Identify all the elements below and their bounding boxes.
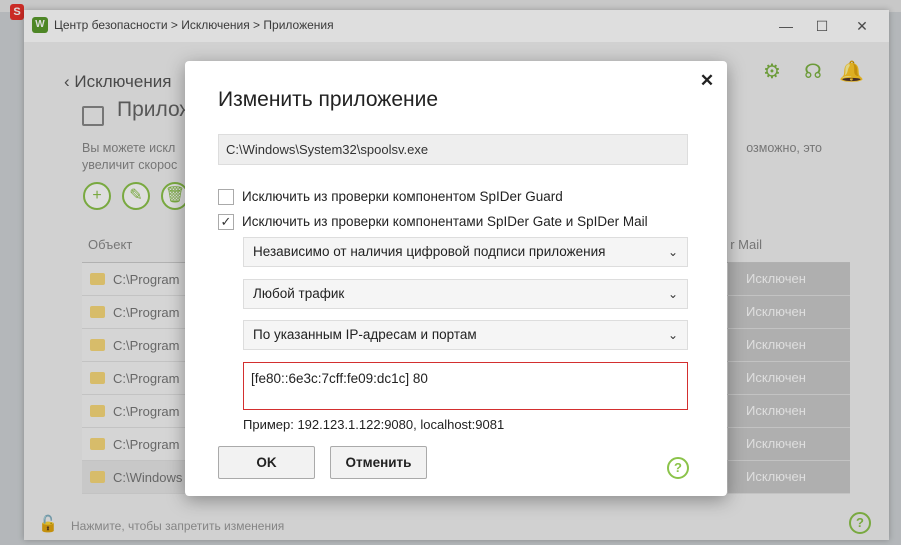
traffic-select-value: Любой трафик: [253, 286, 345, 301]
dialog-close-button[interactable]: ✕: [697, 71, 717, 91]
ok-button[interactable]: OK: [218, 446, 315, 479]
address-select-value: По указанным IP-адресам и портам: [253, 327, 477, 342]
signature-select[interactable]: Независимо от наличия цифровой подписи п…: [243, 237, 688, 267]
edit-application-dialog: ✕ Изменить приложение C:\Windows\System3…: [185, 61, 727, 496]
spider-gate-mail-checkbox[interactable]: ✓: [218, 214, 234, 230]
chevron-down-icon: ⌄: [667, 328, 678, 342]
ip-example-text: Пример: 192.123.1.122:9080, localhost:90…: [243, 417, 505, 432]
chevron-down-icon: ⌄: [667, 287, 678, 301]
signature-select-value: Независимо от наличия цифровой подписи п…: [253, 244, 606, 259]
dialog-help-icon[interactable]: ?: [667, 457, 689, 479]
spider-guard-checkbox[interactable]: [218, 189, 234, 205]
application-path-field: C:\Windows\System32\spoolsv.exe: [218, 134, 688, 165]
address-select[interactable]: По указанным IP-адресам и портам ⌄: [243, 320, 688, 350]
cancel-button[interactable]: Отменить: [330, 446, 427, 479]
ip-ports-input[interactable]: [fe80::6e3c:7cff:fe09:dc1c] 80: [243, 362, 688, 410]
dialog-title: Изменить приложение: [218, 88, 439, 111]
traffic-select[interactable]: Любой трафик ⌄: [243, 279, 688, 309]
spider-gate-mail-label[interactable]: Исключить из проверки компонентами SpIDe…: [242, 214, 648, 229]
chevron-down-icon: ⌄: [667, 245, 678, 259]
spider-guard-label[interactable]: Исключить из проверки компонентом SpIDer…: [242, 189, 563, 204]
